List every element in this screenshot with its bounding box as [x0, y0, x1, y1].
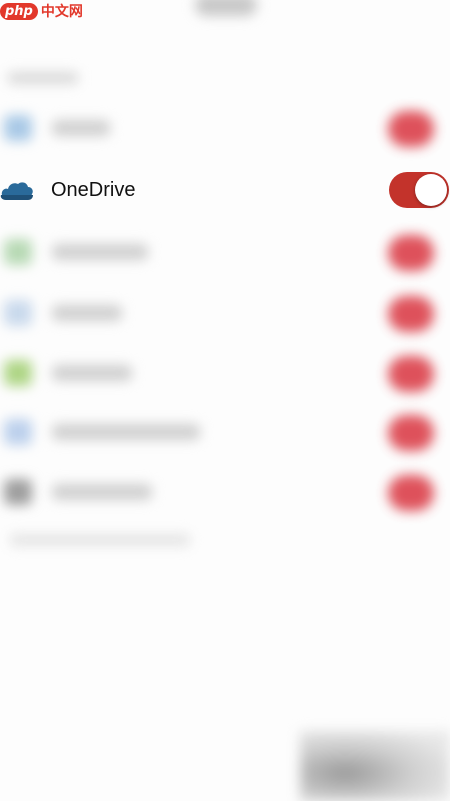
- corner-image-fragment: [300, 731, 450, 801]
- settings-row-blurred-2[interactable]: [0, 222, 450, 282]
- row-label-blurred: [52, 120, 110, 136]
- row-label-blurred: [52, 484, 152, 500]
- section-header-blurred: [8, 72, 78, 84]
- toggle-switch-blurred[interactable]: [388, 356, 434, 392]
- onedrive-label: OneDrive: [51, 179, 136, 201]
- app-icon: [4, 360, 32, 386]
- footer-note-blurred: [10, 534, 190, 546]
- row-label-blurred: [52, 424, 200, 440]
- row-label-blurred: [52, 305, 122, 321]
- toggle-knob: [415, 174, 447, 206]
- settings-row-blurred-1[interactable]: [0, 98, 450, 158]
- app-icon: [4, 419, 32, 445]
- onedrive-cloud-icon: [0, 182, 33, 200]
- header-title-blurred: [195, 0, 257, 16]
- row-label-blurred: [52, 365, 132, 381]
- toggle-switch-blurred[interactable]: [388, 475, 434, 511]
- settings-row-blurred-5[interactable]: [0, 402, 450, 462]
- settings-row-onedrive[interactable]: OneDrive: [0, 160, 450, 220]
- toggle-switch-blurred[interactable]: [388, 235, 434, 271]
- row-label-blurred: [52, 244, 148, 260]
- settings-row-blurred-4[interactable]: [0, 343, 450, 403]
- toggle-switch-blurred[interactable]: [388, 296, 434, 332]
- app-icon: [4, 300, 32, 326]
- settings-row-blurred-3[interactable]: [0, 283, 450, 343]
- toggle-switch-blurred[interactable]: [388, 111, 434, 147]
- app-icon: [4, 239, 32, 265]
- watermark-site-text: 中文网: [40, 4, 83, 20]
- app-icon: [4, 479, 32, 505]
- settings-row-blurred-6[interactable]: [0, 462, 450, 522]
- onedrive-toggle[interactable]: [389, 172, 449, 208]
- app-icon: [4, 115, 32, 141]
- watermark-logo: php 中文网: [0, 0, 83, 22]
- watermark-php-badge: php: [0, 2, 38, 20]
- toggle-switch-blurred[interactable]: [388, 415, 434, 451]
